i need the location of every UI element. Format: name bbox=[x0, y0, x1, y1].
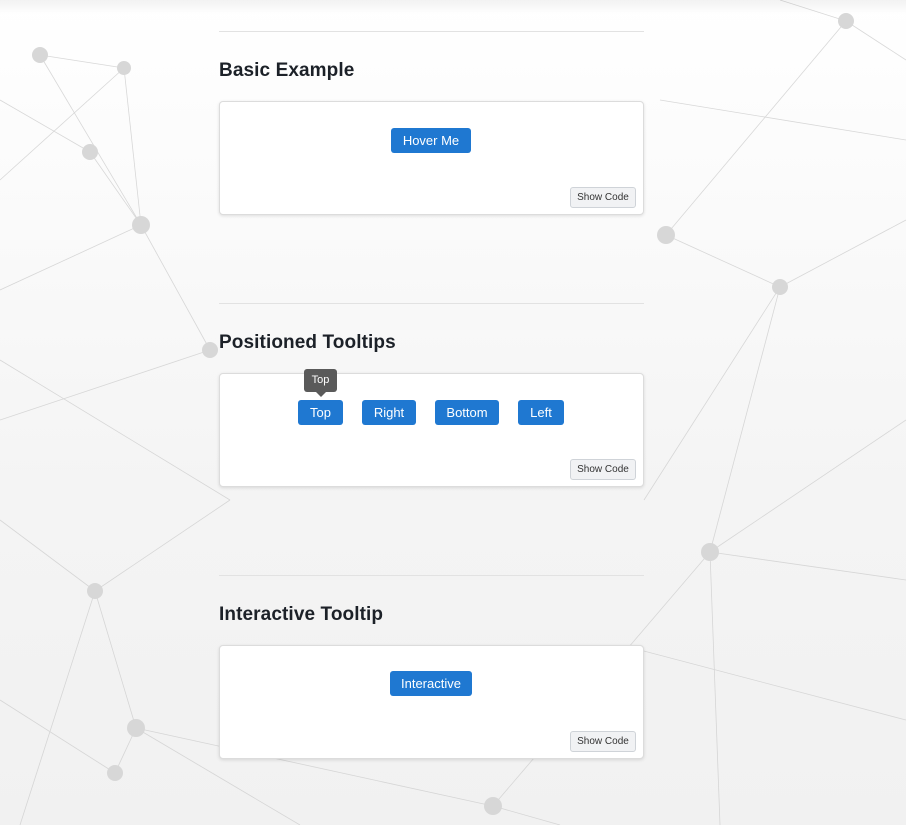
show-code-button[interactable]: Show Code bbox=[570, 187, 636, 208]
show-code-button[interactable]: Show Code bbox=[570, 459, 636, 480]
interactive-button[interactable]: Interactive bbox=[390, 671, 472, 696]
tooltip-top-button[interactable]: Top bbox=[298, 400, 343, 425]
section-title-positioned-tooltips: Positioned Tooltips bbox=[219, 332, 396, 353]
section-title-basic-example: Basic Example bbox=[219, 60, 355, 81]
section-divider bbox=[219, 31, 644, 32]
section-divider bbox=[219, 303, 644, 304]
demo-card-interactive: Interactive Show Code bbox=[219, 645, 644, 759]
show-code-button[interactable]: Show Code bbox=[570, 731, 636, 752]
section-title-interactive-tooltip: Interactive Tooltip bbox=[219, 604, 384, 625]
tooltip-right-button[interactable]: Right bbox=[362, 400, 416, 425]
tooltip-left-button[interactable]: Left bbox=[518, 400, 564, 425]
demo-card-positioned: Top Right Bottom Left Show Code bbox=[219, 373, 644, 487]
demo-card-basic: Hover Me Show Code bbox=[219, 101, 644, 215]
tooltip-text: Top bbox=[311, 374, 330, 386]
tooltip-arrow bbox=[316, 392, 326, 397]
tooltip-bottom-button[interactable]: Bottom bbox=[435, 400, 499, 425]
hover-me-button[interactable]: Hover Me bbox=[391, 128, 471, 153]
tooltip-popup: Top bbox=[304, 369, 337, 397]
section-divider bbox=[219, 575, 644, 576]
top-shade bbox=[0, 0, 906, 14]
